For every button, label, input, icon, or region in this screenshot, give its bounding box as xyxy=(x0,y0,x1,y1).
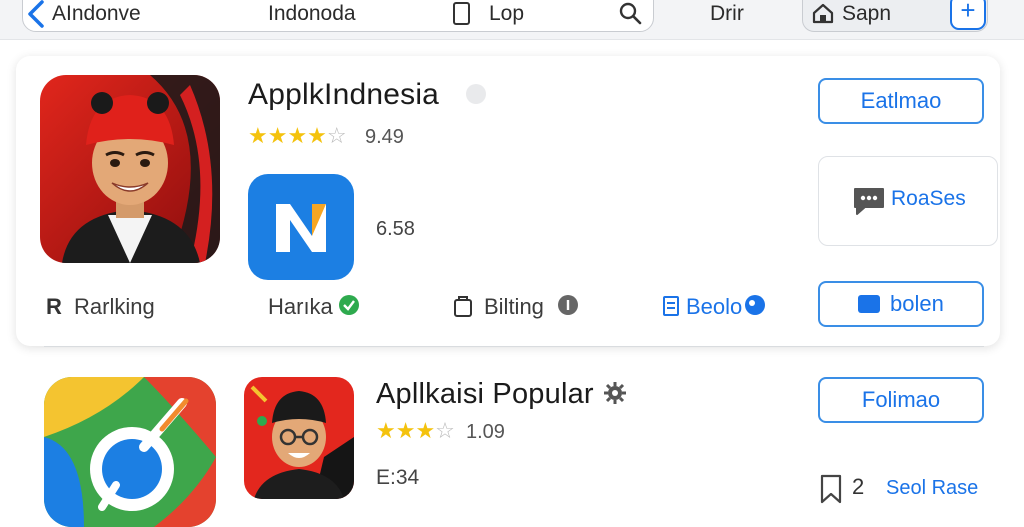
edit-button[interactable]: Eatlmao xyxy=(818,78,984,124)
featured-app-title[interactable]: ApplkIndnesia xyxy=(248,78,439,112)
account-label[interactable]: Sapn xyxy=(842,2,891,26)
meta-billing[interactable]: Bilting xyxy=(484,294,544,320)
gear-icon[interactable] xyxy=(604,382,626,404)
featured-app-icon[interactable] xyxy=(40,75,220,263)
popular-rating-value: 1.09 xyxy=(466,421,505,443)
location-label: Indonoda xyxy=(268,2,356,25)
edit-button-label: Eatlmao xyxy=(860,88,942,113)
popular-star-rating: ★★★☆ xyxy=(376,418,455,443)
secondary-value: 6.58 xyxy=(376,218,415,240)
meta-beolo[interactable]: Beolo xyxy=(686,294,742,320)
info-badge-icon xyxy=(558,295,578,315)
badge-check-icon xyxy=(339,295,359,315)
home-icon xyxy=(812,3,834,24)
add-button[interactable]: + xyxy=(950,0,986,30)
message-label: RoaSes xyxy=(891,187,966,210)
popular-secondary-value: E:34 xyxy=(376,466,420,489)
info-dot-icon xyxy=(466,84,486,104)
popular-app-title[interactable]: Apllkaisi Popular xyxy=(376,378,594,411)
section-divider xyxy=(44,346,984,347)
card-icon xyxy=(858,295,880,313)
bookmark-icon[interactable] xyxy=(818,474,844,504)
tablet-icon xyxy=(453,2,470,25)
back-chevron-icon[interactable] xyxy=(26,0,46,30)
top-bar: AIndonve Indonoda Lop Drir Sapn + xyxy=(0,0,1024,40)
featured-star-rating: ★★★★☆ xyxy=(248,123,347,148)
bottom-action-button[interactable]: bolen xyxy=(818,281,984,327)
dir-label[interactable]: Drir xyxy=(710,2,744,26)
bookmark-count: 2 xyxy=(852,474,865,499)
follow-button[interactable]: Folimao xyxy=(818,377,984,423)
bottom-action-label: bolen xyxy=(890,291,944,316)
follow-button-label: Folimao xyxy=(861,387,941,412)
device-label[interactable]: Lop xyxy=(489,2,524,26)
message-panel[interactable]: RoaSes xyxy=(818,156,998,246)
doc-icon xyxy=(663,296,679,316)
chat-bubble-icon xyxy=(854,188,884,215)
back-label[interactable]: AIndonve xyxy=(52,2,141,26)
secondary-app-icon[interactable] xyxy=(248,174,354,280)
search-icon[interactable] xyxy=(618,1,642,25)
bookmark-label[interactable]: Seol Rase xyxy=(886,477,978,500)
meta-ranking[interactable]: Rarlking xyxy=(74,294,155,320)
featured-rating-value: 9.49 xyxy=(365,126,404,148)
r-icon: R xyxy=(46,294,62,319)
popular-secondary-icon[interactable] xyxy=(244,377,354,499)
bag-icon xyxy=(454,296,472,317)
popular-app-icon[interactable] xyxy=(44,377,216,527)
globe-icon xyxy=(745,295,765,315)
meta-harika[interactable]: Harıka xyxy=(268,294,333,320)
